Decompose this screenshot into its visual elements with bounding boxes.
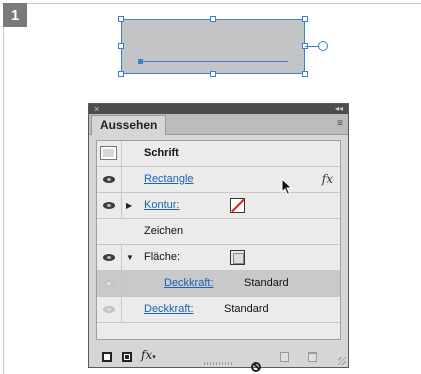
row-rectangle[interactable]: Rectangle fx xyxy=(97,167,340,193)
close-icon[interactable]: × xyxy=(94,104,99,114)
connector-line xyxy=(305,46,319,47)
step-badge: 1 xyxy=(3,3,27,27)
handle-top-left[interactable] xyxy=(118,16,124,22)
baseline-path xyxy=(140,61,288,62)
no-icon[interactable] xyxy=(251,362,261,372)
tab-aussehen[interactable]: Aussehen xyxy=(91,115,167,135)
row-zeichen[interactable]: Zeichen xyxy=(97,219,340,245)
rectangle-link[interactable]: Rectangle xyxy=(144,167,194,192)
handle-top-center[interactable] xyxy=(210,16,216,22)
handle-middle-left[interactable] xyxy=(118,43,124,49)
handle-bottom-right[interactable] xyxy=(302,71,308,77)
visibility-toggle[interactable] xyxy=(97,167,122,192)
thumbnail-cell xyxy=(97,141,122,166)
cursor-icon xyxy=(281,178,293,196)
row-label: Schrift xyxy=(144,147,179,159)
kontur-link[interactable]: Kontur: xyxy=(144,193,179,218)
visibility-toggle[interactable] xyxy=(97,193,122,218)
text-threading-port[interactable] xyxy=(318,41,328,51)
fx-menu-button[interactable]: fx▾ xyxy=(141,348,156,364)
handle-top-right[interactable] xyxy=(302,16,308,22)
visibility-toggle[interactable] xyxy=(97,245,122,270)
object-thumbnail xyxy=(100,146,117,160)
panel-titlebar: × ◂◂ xyxy=(89,104,348,114)
disclosure-triangle-icon[interactable]: ▼ xyxy=(126,245,134,270)
duplicate-icon[interactable] xyxy=(280,352,289,362)
row-schrift[interactable]: Schrift xyxy=(97,141,340,167)
panel-resize-corner[interactable] xyxy=(338,357,346,365)
eye-icon[interactable] xyxy=(103,202,115,209)
row-kontur[interactable]: ▶ Kontur: xyxy=(97,193,340,219)
appearance-panel: × ◂◂ Aussehen ≡ Schrift Rectangle fx ▶ K… xyxy=(88,103,349,372)
eye-icon[interactable] xyxy=(103,306,115,313)
eye-icon[interactable] xyxy=(103,280,115,287)
row-deckkraft-fill[interactable]: Deckkraft: Standard xyxy=(97,271,340,297)
disclosure-triangle-icon[interactable]: ▶ xyxy=(126,193,132,218)
deckkraft-link[interactable]: Deckkraft: xyxy=(144,297,194,322)
visibility-toggle[interactable] xyxy=(97,271,122,296)
trash-icon[interactable] xyxy=(308,352,317,362)
deckkraft-value: Standard xyxy=(244,277,289,289)
collapse-icon[interactable]: ◂◂ xyxy=(335,104,343,114)
deckkraft-value: Standard xyxy=(224,303,269,315)
row-flaeche[interactable]: ▼ Fläche: xyxy=(97,245,340,271)
row-label: Fläche: xyxy=(144,251,181,263)
stroke-swatch-icon[interactable] xyxy=(230,198,245,213)
appearance-list: Schrift Rectangle fx ▶ Kontur: Zeichen ▼… xyxy=(96,140,341,340)
add-fill-icon[interactable] xyxy=(122,352,132,362)
row-deckkraft-object[interactable]: Deckkraft: Standard xyxy=(97,297,340,323)
handle-bottom-center[interactable] xyxy=(210,71,216,77)
fx-icon[interactable]: fx xyxy=(322,167,333,192)
add-stroke-icon[interactable] xyxy=(102,352,112,362)
row-label: Zeichen xyxy=(144,225,184,237)
center-point xyxy=(138,59,143,64)
panel-menu-icon[interactable]: ≡ xyxy=(337,118,343,129)
visibility-toggle[interactable] xyxy=(97,297,122,322)
handle-bottom-left[interactable] xyxy=(118,71,124,77)
fill-swatch-icon[interactable] xyxy=(230,250,245,265)
selected-rectangle[interactable] xyxy=(121,19,305,74)
tab-row: Aussehen ≡ xyxy=(89,114,348,135)
eye-icon[interactable] xyxy=(103,254,115,261)
deckkraft-link[interactable]: Deckkraft: xyxy=(164,271,214,296)
eye-icon[interactable] xyxy=(103,176,115,183)
panel-resize-grip[interactable] xyxy=(204,362,234,365)
